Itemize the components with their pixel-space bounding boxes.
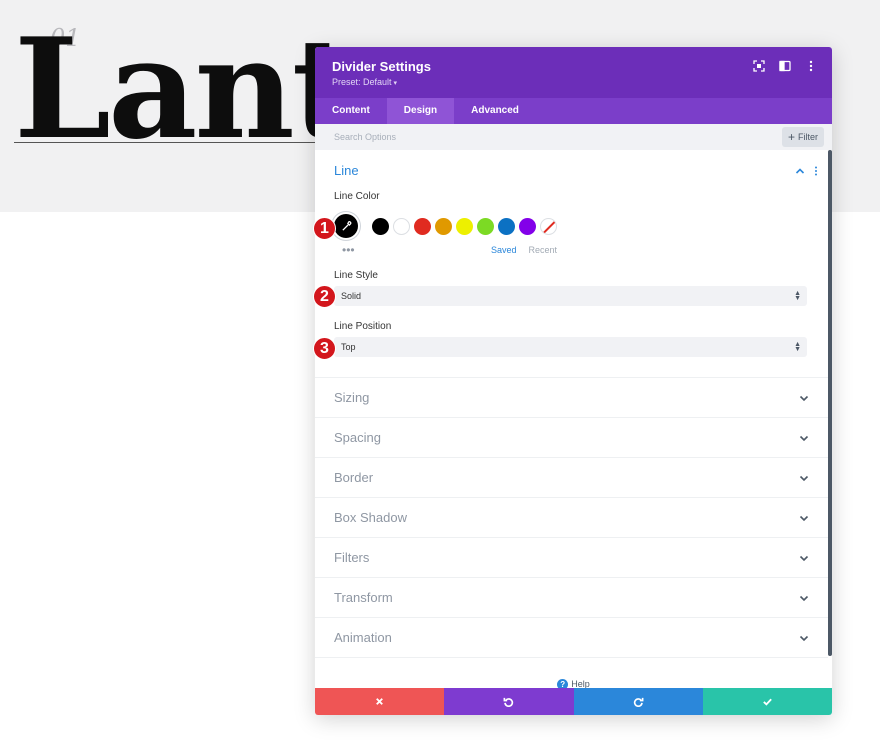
swatch-green[interactable] <box>477 217 494 235</box>
redo-button[interactable] <box>573 688 703 715</box>
more-colors-icon[interactable]: ••• <box>334 244 364 256</box>
swatch-white[interactable] <box>393 217 410 235</box>
search-options-input[interactable] <box>334 132 634 142</box>
chevron-down-icon <box>799 474 809 482</box>
section-title: Transform <box>334 590 393 605</box>
split-view-icon[interactable] <box>778 59 792 73</box>
chevron-down-icon <box>799 394 809 402</box>
spacing-section[interactable]: Spacing <box>315 418 828 458</box>
animation-section[interactable]: Animation <box>315 618 828 658</box>
divider-settings-modal: Divider Settings Preset: Default ▾ Conten… <box>315 47 832 715</box>
caret-down-icon: ▾ <box>393 80 398 87</box>
line-position-label: Line Position <box>334 321 392 332</box>
chevron-up-icon[interactable] <box>795 167 805 175</box>
section-title: Border <box>334 470 374 485</box>
modal-title: Divider Settings <box>332 59 431 74</box>
sizing-section[interactable]: Sizing <box>315 378 828 418</box>
line-style-value: Solid <box>341 291 362 301</box>
chevron-down-icon <box>799 514 809 522</box>
save-button[interactable] <box>702 688 832 715</box>
cancel-button[interactable] <box>315 688 445 715</box>
color-picker-button[interactable] <box>334 214 358 238</box>
undo-icon <box>503 697 514 707</box>
swatch-yellow[interactable] <box>456 217 473 235</box>
chevron-down-icon <box>799 594 809 602</box>
modal-tabs: Content Design Advanced <box>315 98 832 124</box>
section-title: Sizing <box>334 390 370 405</box>
checkmark-icon <box>763 698 772 706</box>
section-title: Spacing <box>334 430 381 445</box>
tab-design[interactable]: Design <box>386 98 455 124</box>
select-arrows-icon: ▲ ▼ <box>794 341 801 353</box>
line-color-label: Line Color <box>334 191 380 202</box>
chevron-down-icon <box>799 434 809 442</box>
preset-label: Preset: Default <box>332 77 392 87</box>
line-section: Line Line Color ••• Saved Recent Line St… <box>315 150 828 378</box>
filter-label: Filter <box>798 132 818 142</box>
swatch-red[interactable] <box>414 217 431 235</box>
section-title: Box Shadow <box>334 510 407 525</box>
filter-button[interactable]: + Filter <box>781 127 824 147</box>
line-style-label: Line Style <box>334 270 378 281</box>
color-swatches <box>372 217 557 235</box>
swatch-orange[interactable] <box>435 217 452 235</box>
line-style-select[interactable]: Solid ▲ ▼ <box>334 286 807 306</box>
swatch-black[interactable] <box>372 217 389 235</box>
line-section-title[interactable]: Line <box>334 163 359 178</box>
line-position-value: Top <box>341 342 356 352</box>
tab-content[interactable]: Content <box>315 98 387 124</box>
modal-body: Line Line Color ••• Saved Recent Line St… <box>315 150 828 688</box>
modal-header: Divider Settings Preset: Default ▾ <box>315 47 832 98</box>
chevron-down-icon <box>799 554 809 562</box>
box-shadow-section[interactable]: Box Shadow <box>315 498 828 538</box>
section-options-icon[interactable] <box>814 166 818 176</box>
tab-advanced[interactable]: Advanced <box>454 98 536 124</box>
search-bar: + Filter <box>315 124 832 150</box>
eyedropper-icon <box>341 220 351 231</box>
swatch-purple[interactable] <box>519 217 536 235</box>
modal-footer <box>315 688 832 715</box>
swatch-blue[interactable] <box>498 217 515 235</box>
border-section[interactable]: Border <box>315 458 828 498</box>
filters-section[interactable]: Filters <box>315 538 828 578</box>
section-title: Filters <box>334 550 370 565</box>
plus-icon: + <box>787 130 795 144</box>
chevron-down-icon <box>799 634 809 642</box>
marker-3: 3 <box>313 337 336 360</box>
more-options-icon[interactable] <box>804 59 818 73</box>
preset-selector[interactable]: Preset: Default ▾ <box>332 77 815 87</box>
marker-2: 2 <box>313 285 336 308</box>
page-divider-line <box>14 142 319 143</box>
line-position-select[interactable]: Top ▲ ▼ <box>334 337 807 357</box>
color-swatch-row <box>334 214 809 238</box>
transform-section[interactable]: Transform <box>315 578 828 618</box>
saved-colors-tab[interactable]: Saved <box>491 245 517 255</box>
close-icon <box>376 698 384 705</box>
redo-icon <box>633 697 644 707</box>
swatch-transparent[interactable] <box>540 217 557 235</box>
scrollbar[interactable] <box>828 150 832 656</box>
fullscreen-icon[interactable] <box>752 59 766 73</box>
recent-colors-tab[interactable]: Recent <box>529 245 558 255</box>
section-title: Animation <box>334 630 392 645</box>
select-arrows-icon: ▲ ▼ <box>794 290 801 302</box>
marker-1: 1 <box>313 217 336 240</box>
undo-button[interactable] <box>444 688 574 715</box>
